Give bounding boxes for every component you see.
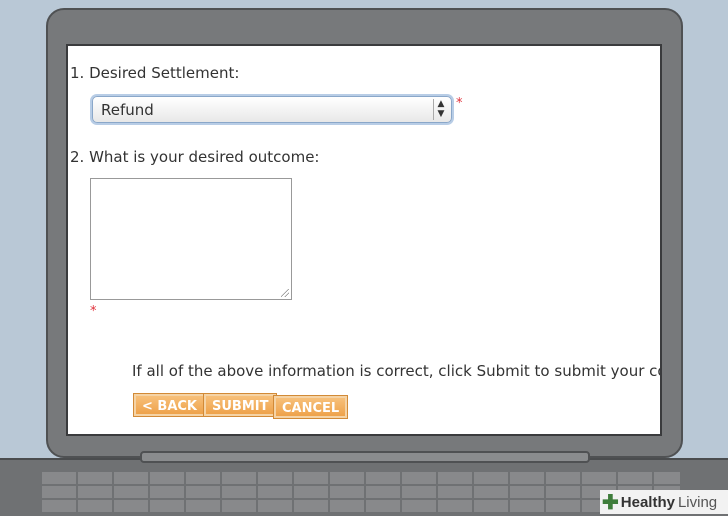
laptop-keyboard (40, 470, 680, 514)
required-marker-2: * (90, 304, 97, 319)
cancel-button[interactable]: CANCEL (272, 395, 349, 419)
outcome-textarea[interactable] (90, 178, 292, 300)
question-2-label: 2. What is your desired outcome: (70, 148, 320, 166)
screen: 1. Desired Settlement: Refund ▲ ▼ * 2. Wh… (66, 44, 662, 436)
brand-name-light: Living (677, 493, 718, 511)
question-1-label: 1. Desired Settlement: (70, 64, 240, 82)
resize-handle-icon[interactable] (281, 289, 289, 297)
info-text: If all of the above information is corre… (132, 362, 660, 380)
plus-icon: ✚ (602, 491, 619, 514)
brand-watermark: ✚ Healthy Living (600, 490, 728, 514)
settlement-select-value: Refund (101, 101, 154, 119)
brand-name-bold: Healthy (620, 493, 675, 511)
select-arrows-icon: ▲ ▼ (433, 99, 448, 120)
laptop-hinge (140, 451, 590, 463)
back-button[interactable]: < BACK (132, 393, 207, 417)
required-marker: * (456, 96, 463, 111)
settlement-select[interactable]: Refund ▲ ▼ (92, 96, 452, 123)
submit-button[interactable]: SUBMIT (202, 393, 278, 417)
